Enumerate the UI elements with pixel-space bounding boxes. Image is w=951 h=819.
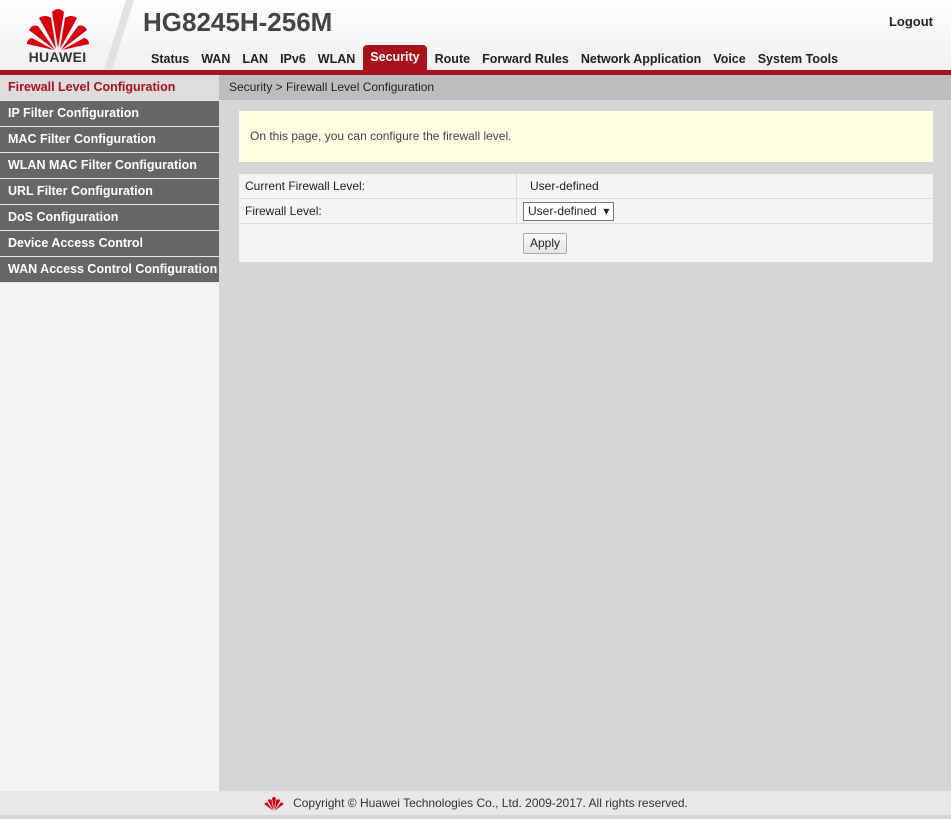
nav-tab-lan[interactable]: LAN [236,48,274,70]
nav-tab-network-application[interactable]: Network Application [575,48,707,70]
nav-tab-ipv6[interactable]: IPv6 [274,48,312,70]
breadcrumb: Security > Firewall Level Configuration [219,75,951,100]
current-level-value: User-defined [530,179,599,193]
sidebar-item-device-access-control[interactable]: Device Access Control [0,231,219,257]
current-level-row: Current Firewall Level: User-defined [239,174,933,199]
huawei-footer-logo-icon [264,797,284,811]
firewall-level-select[interactable]: User-defined ▾ [523,202,615,221]
firewall-level-selected: User-defined [528,204,597,218]
footer: Copyright © Huawei Technologies Co., Ltd… [0,791,951,815]
page-title: HG8245H-256M [143,7,333,37]
nav-tab-voice[interactable]: Voice [707,48,751,70]
apply-button[interactable]: Apply [523,233,568,254]
row-divider [516,199,517,223]
nav-tab-forward-rules[interactable]: Forward Rules [476,48,575,70]
page-notice: On this page, you can configure the fire… [239,111,933,162]
nav-tab-security[interactable]: Security [363,45,427,70]
sidebar-item-dos-configuration[interactable]: DoS Configuration [0,205,219,231]
nav-tab-wlan[interactable]: WLAN [312,48,362,70]
sidebar-item-mac-filter-configuration[interactable]: MAC Filter Configuration [0,127,219,153]
dropdown-arrow-icon: ▾ [600,204,610,218]
current-level-label: Current Firewall Level: [245,179,366,193]
huawei-petal-icon [27,9,89,50]
brand-name: HUAWEI [28,49,87,65]
apply-row: Apply [239,224,933,262]
sidebar: Firewall Level Configuration IP Filter Co… [0,75,219,791]
firewall-form: Current Firewall Level: User-defined Fir… [239,174,933,262]
logout-link[interactable]: Logout [889,14,933,29]
sidebar-item-firewall-level-configuration[interactable]: Firewall Level Configuration [0,75,219,101]
nav-tab-status[interactable]: Status [145,48,195,70]
copyright-text: Copyright © Huawei Technologies Co., Ltd… [293,796,688,810]
nav-tab-wan[interactable]: WAN [195,48,236,70]
nav-tab-system-tools[interactable]: System Tools [752,48,844,70]
sidebar-item-wlan-mac-filter-configuration[interactable]: WLAN MAC Filter Configuration [0,153,219,179]
sidebar-item-ip-filter-configuration[interactable]: IP Filter Configuration [0,101,219,127]
header-divider [104,0,134,70]
sidebar-item-url-filter-configuration[interactable]: URL Filter Configuration [0,179,219,205]
huawei-logo: HUAWEI [0,0,115,70]
sidebar-item-wan-access-control-configuration[interactable]: WAN Access Control Configuration [0,257,219,283]
top-nav: Status WAN LAN IPv6 WLAN Security Route Forward… [145,45,844,70]
firewall-level-row: Firewall Level: User-defined ▾ [239,199,933,224]
header: HUAWEI HG8245H-256M Logout Status WAN LAN I… [0,0,951,70]
row-divider [516,174,517,198]
nav-tab-route[interactable]: Route [429,48,476,70]
firewall-level-label: Firewall Level: [245,204,322,218]
